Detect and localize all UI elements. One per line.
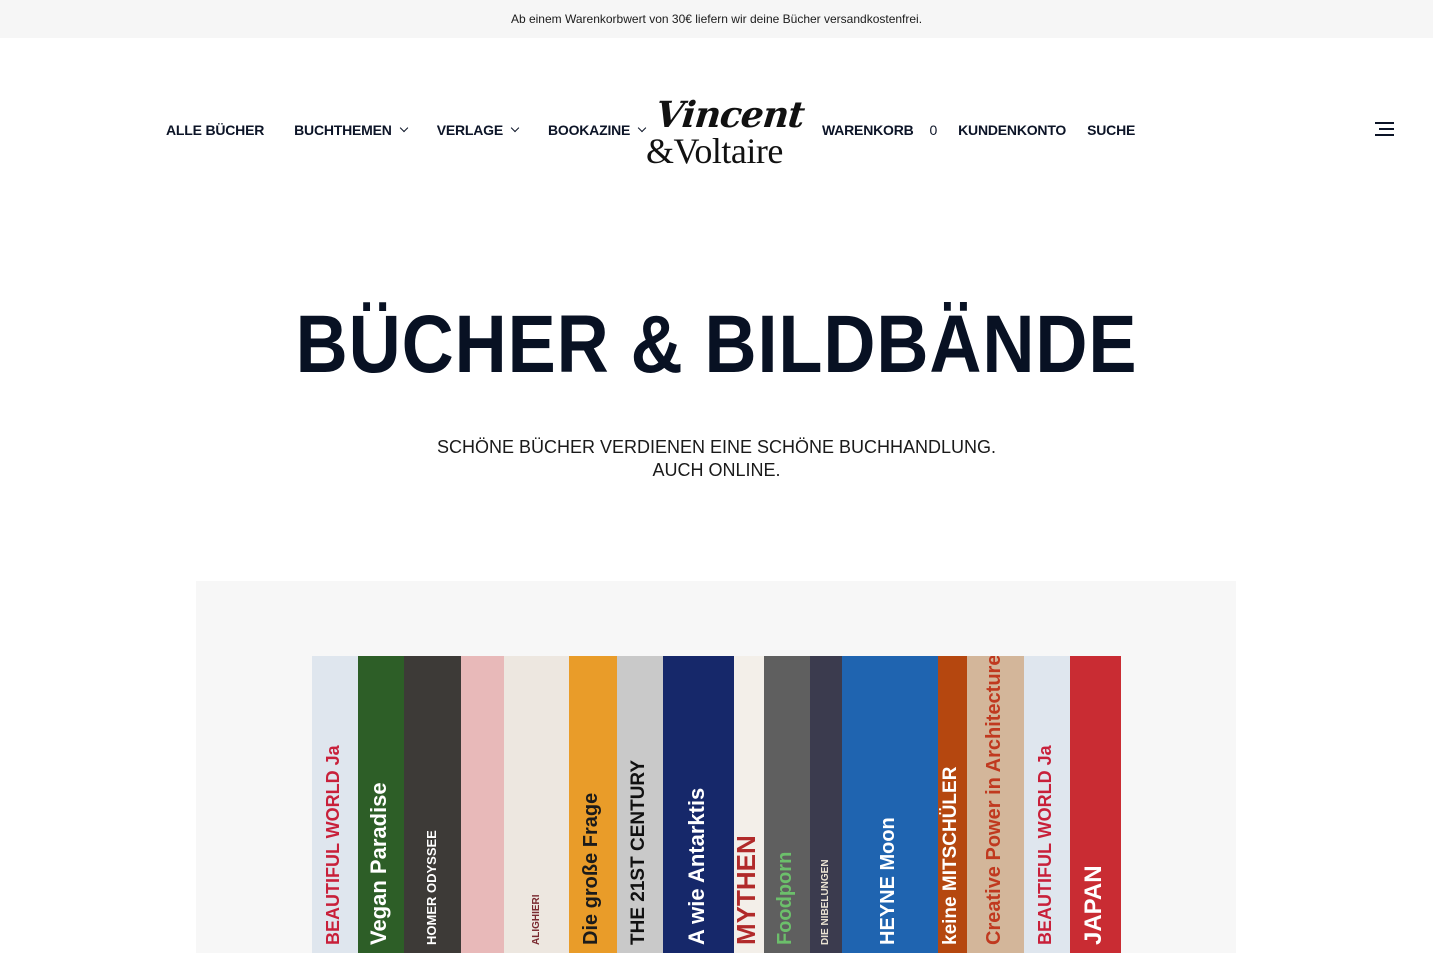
book-spine-title: HOMER ODYSSEE (424, 830, 439, 945)
nav-publishers-label: VERLAGE (436, 122, 503, 138)
book-spine: ALIGHIERI (504, 656, 569, 953)
nav-book-topics-label: BUCHTHEMEN (294, 122, 392, 138)
book-spine: MYTHEN (734, 656, 764, 953)
nav-bookazine[interactable]: BOOKAZINE (547, 122, 647, 138)
book-spine-title: THE 21ST CENTURY (627, 759, 649, 945)
nav-cart[interactable]: WARENKORB 0 (822, 122, 937, 138)
book-spine: Foodporn (764, 656, 810, 953)
book-spine-title: BEAUTIFUL WORLD Ja (323, 745, 343, 945)
main-nav-left: ALLE BÜCHER BUCHTHEMEN VERLAGE BOOKAZINE (166, 120, 647, 140)
book-spine: HOMER ODYSSEE (404, 656, 461, 953)
nav-all-books[interactable]: ALLE BÜCHER (166, 122, 264, 138)
announcement-text: Ab einem Warenkorbwert von 30€ liefern w… (510, 12, 923, 26)
main-nav-right: WARENKORB 0 KUNDENKONTO SUCHE (822, 120, 1135, 140)
book-spine-title: A wie Antarktis (683, 787, 709, 945)
nav-search-label: SUCHE (1087, 122, 1136, 138)
book-spine-title: Foodporn (774, 851, 796, 945)
book-spine: BEAUTIFUL WORLD Ja (312, 656, 358, 953)
book-spine: Die große Frage (569, 656, 617, 953)
subtitle-line-2: AUCH ONLINE. (652, 460, 781, 480)
page-title: BÜCHER & BILDBÄNDE (295, 299, 1138, 390)
hamburger-icon[interactable] (1375, 122, 1394, 137)
book-spine: A wie Antarktis (663, 656, 734, 953)
page-subtitle: SCHÖNE BÜCHER VERDIENEN EINE SCHÖNE BUCH… (0, 436, 1433, 482)
book-spine: keine MITSCHÜLER (938, 656, 967, 953)
book-spine-title: DIE NIBELUNGEN (820, 859, 831, 945)
chevron-down-icon (510, 123, 520, 133)
book-spine-title: Vegan Paradise (366, 782, 391, 945)
book-spine (461, 656, 504, 953)
book-spines-image: BEAUTIFUL WORLD Ja Vegan Paradise HOMER OD… (312, 656, 1121, 953)
book-spine: DIE NIBELUNGEN (810, 656, 842, 953)
book-spine-title: Die große Frage (580, 792, 602, 945)
subtitle-line-1: SCHÖNE BÜCHER VERDIENEN EINE SCHÖNE BUCH… (436, 437, 997, 457)
announcement-bar: Ab einem Warenkorbwert von 30€ liefern w… (0, 0, 1433, 38)
book-spine: THE 21ST CENTURY (617, 656, 663, 953)
book-spine-title: HEYNE Moon (877, 817, 899, 945)
book-spine-title: BEAUTIFUL WORLD Ja (1035, 745, 1055, 945)
chevron-down-icon (399, 123, 408, 133)
nav-search[interactable]: SUCHE (1087, 122, 1135, 138)
nav-cart-label: WARENKORB (822, 122, 914, 138)
book-spine-title: MYTHEN (734, 835, 761, 945)
book-spine: Creative Power in Architecture (967, 656, 1024, 953)
book-spine-title: keine MITSCHÜLER (940, 766, 961, 945)
book-spine: HEYNE Moon (842, 656, 938, 953)
nav-publishers[interactable]: VERLAGE (436, 122, 520, 138)
nav-all-books-label: ALLE BÜCHER (166, 122, 265, 138)
book-spine: Vegan Paradise (358, 656, 404, 953)
nav-book-topics[interactable]: BUCHTHEMEN (294, 122, 408, 138)
book-spine-title: Creative Power in Architecture (982, 656, 1005, 945)
nav-account-label: KUNDENKONTO (958, 122, 1067, 138)
cart-count: 0 (929, 122, 938, 138)
nav-account[interactable]: KUNDENKONTO (958, 122, 1066, 138)
site-logo[interactable]: Vincent &Voltaire (646, 94, 806, 171)
book-spine-title: JAPAN (1079, 865, 1107, 945)
logo-line-2: &Voltaire (646, 131, 783, 171)
book-spine: JAPAN (1070, 656, 1121, 953)
book-spine: BEAUTIFUL WORLD Ja (1024, 656, 1070, 953)
book-spine-title: ALIGHIERI (530, 894, 542, 945)
nav-bookazine-label: BOOKAZINE (547, 122, 631, 138)
